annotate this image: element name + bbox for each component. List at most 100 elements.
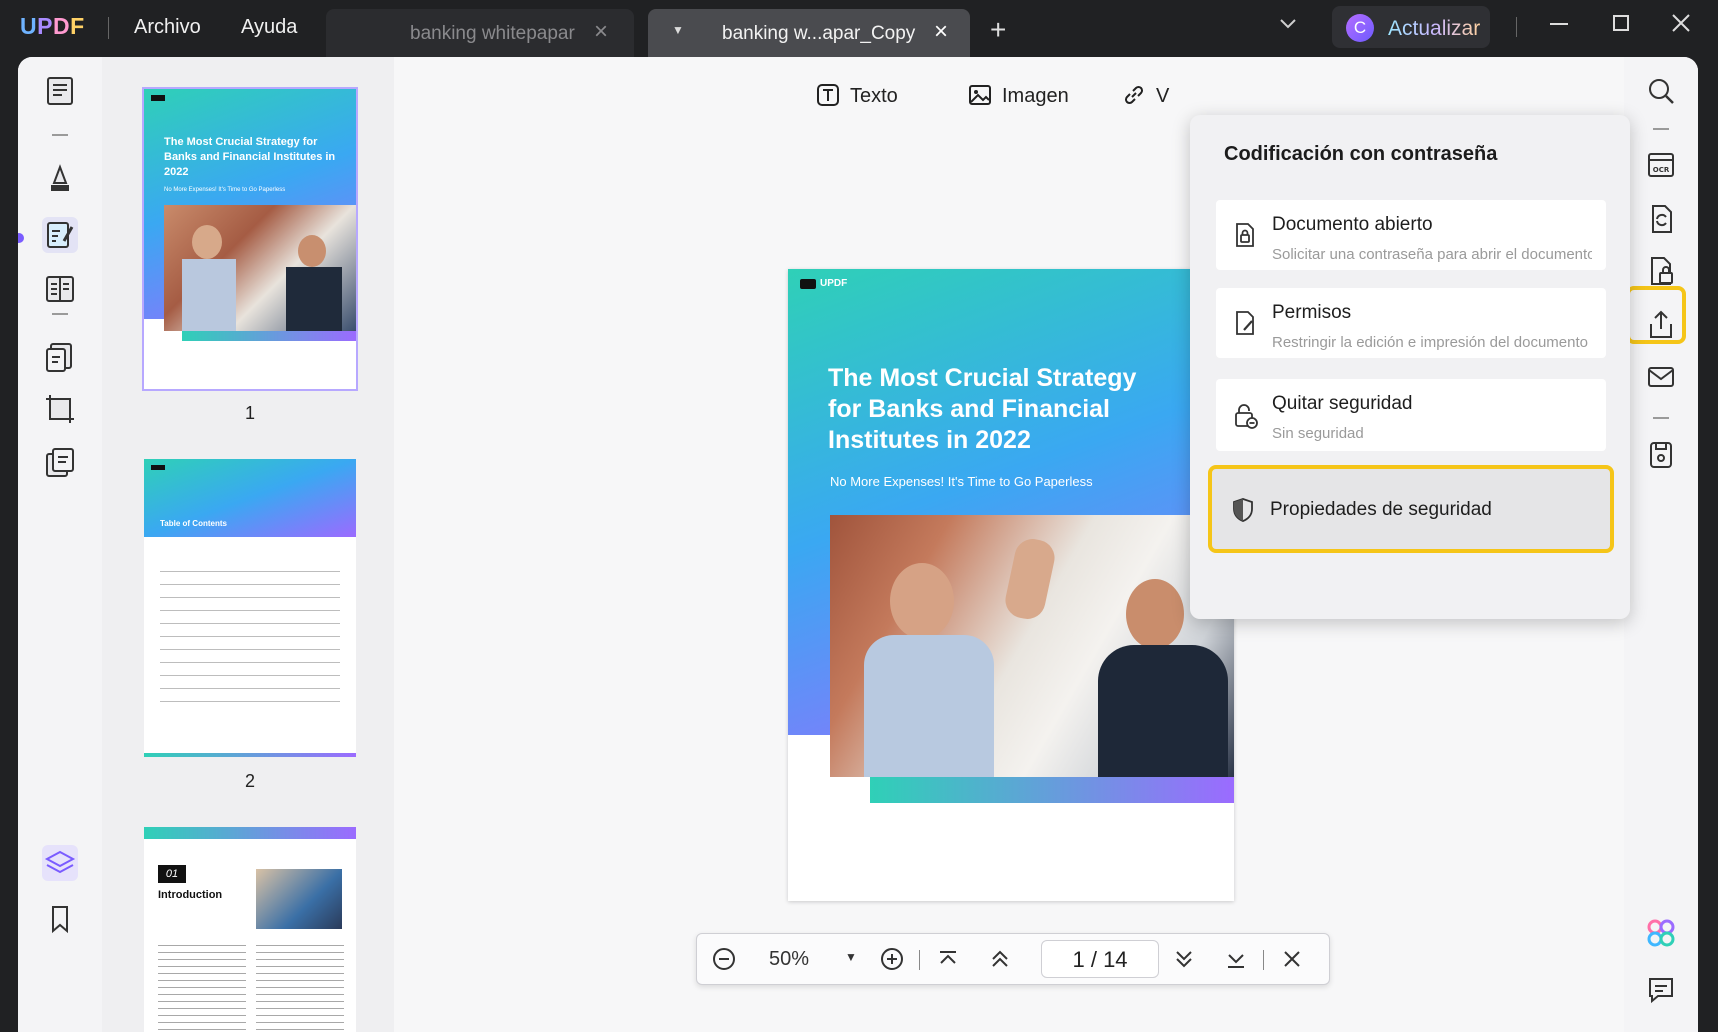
tool-separator [1653, 417, 1669, 419]
app-frame: The Most Crucial Strategy for Banks and … [18, 57, 1698, 1032]
toc-lines [160, 559, 340, 709]
text-column [158, 939, 246, 1032]
thumbnail-page-2[interactable]: Table of Contents [144, 459, 356, 757]
form-icon[interactable] [42, 271, 78, 307]
layers-icon[interactable] [42, 845, 78, 881]
zoom-separator [1263, 950, 1264, 970]
person-figure [890, 563, 954, 639]
brand-label: UPDF [820, 278, 848, 289]
option-title: Permisos [1272, 302, 1352, 323]
link-icon [1124, 85, 1144, 105]
maximize-icon[interactable] [1610, 12, 1632, 40]
save-icon[interactable] [1643, 437, 1679, 473]
window-separator [1516, 17, 1517, 37]
close-icon[interactable]: × [934, 18, 948, 46]
page-footer-bar [144, 753, 356, 757]
protect-icon[interactable] [1643, 253, 1679, 289]
link-tool-button[interactable]: V [1122, 83, 1169, 108]
protect-icon-highlight [1626, 286, 1686, 344]
open-document-option[interactable]: Documento abierto Solicitar una contrase… [1216, 200, 1606, 270]
brand-mark [151, 95, 165, 101]
first-page-icon[interactable] [935, 946, 961, 978]
thumb-title: The Most Crucial Strategy for Banks and … [164, 136, 336, 178]
last-page-icon[interactable] [1223, 946, 1249, 978]
zoom-level[interactable]: 50% [769, 948, 809, 971]
document-page[interactable]: UPDF The Most Crucial Strategy for Banks… [788, 269, 1234, 901]
person-figure [286, 267, 342, 331]
tab-banking-whitepapar[interactable]: banking whitepapar × [326, 9, 634, 57]
brand-mark [151, 465, 165, 470]
zoom-toolbar: 50% ▼ 1 / 14 [696, 933, 1330, 985]
menu-archivo[interactable]: Archivo [134, 16, 201, 39]
search-icon[interactable] [1643, 73, 1679, 109]
organize-pages-icon[interactable] [42, 339, 78, 375]
comment-icon[interactable] [1643, 971, 1679, 1007]
unlock-icon [1230, 401, 1260, 431]
zoom-out-icon[interactable] [711, 946, 737, 978]
thumb-title: Table of Contents [160, 519, 227, 528]
crop-icon[interactable] [42, 391, 78, 427]
tab-label: banking w...apar_Copy [722, 23, 916, 44]
image-icon [969, 85, 991, 105]
thumbnail-page-1[interactable]: The Most Crucial Strategy for Banks and … [142, 87, 358, 391]
option-title: Propiedades de seguridad [1270, 499, 1492, 520]
bookmark-icon[interactable] [42, 901, 78, 937]
security-properties-option[interactable]: Propiedades de seguridad [1208, 465, 1614, 553]
next-page-icon[interactable] [1171, 946, 1197, 978]
tab-label: banking whitepapar [410, 23, 575, 44]
tab-banking-copy[interactable]: ▼ banking w...apar_Copy × [648, 9, 970, 57]
close-toolbar-icon[interactable] [1279, 946, 1305, 978]
thumbnail-page-3[interactable]: 01 Introduction [144, 827, 356, 1032]
close-icon[interactable]: × [594, 18, 608, 46]
remove-security-option[interactable]: Quitar seguridad Sin seguridad [1216, 379, 1606, 451]
new-tab-button[interactable]: + [990, 16, 1006, 44]
highlighter-icon[interactable] [42, 161, 78, 197]
updf-logo[interactable]: UPDF [20, 13, 85, 40]
chevron-down-icon[interactable] [1278, 14, 1298, 37]
edit-pdf-icon[interactable] [42, 217, 78, 253]
person-figure [864, 635, 994, 777]
text-icon [817, 84, 839, 106]
minimize-icon[interactable] [1548, 12, 1570, 40]
page-number-label: 2 [244, 771, 255, 791]
right-tool-rail: OCR [1624, 57, 1698, 1032]
close-window-icon[interactable] [1670, 12, 1692, 40]
document-subtitle: No More Expenses! It's Time to Go Paperl… [830, 474, 1093, 489]
convert-icon[interactable] [1643, 201, 1679, 237]
upgrade-label: Actualizar [1388, 17, 1481, 40]
previous-page-icon[interactable] [987, 946, 1013, 978]
page-tools-icon[interactable] [42, 445, 78, 481]
total-pages: 14 [1103, 947, 1128, 972]
page-separator: / [1090, 947, 1097, 972]
left-tool-rail [18, 57, 102, 1032]
mail-icon[interactable] [1643, 359, 1679, 395]
person-figure [1126, 579, 1184, 649]
option-title: Quitar seguridad [1272, 393, 1413, 414]
caret-down-icon[interactable]: ▼ [672, 23, 684, 37]
image-tool-button[interactable]: Imagen [968, 83, 1069, 108]
ai-assistant-icon[interactable] [1643, 915, 1679, 951]
intro-photo [256, 869, 342, 929]
page-indicator[interactable]: 1 / 14 [1041, 940, 1159, 978]
text-tool-button[interactable]: Texto [816, 83, 898, 108]
option-subtitle: Solicitar una contraseña para abrir el d… [1272, 246, 1592, 263]
title-bar: UPDF Archivo Ayuda banking whitepapar × … [0, 0, 1718, 57]
text-column [256, 939, 344, 1032]
ocr-icon[interactable]: OCR [1643, 147, 1679, 183]
zoom-in-icon[interactable] [879, 946, 905, 978]
hand-figure [1002, 535, 1058, 623]
tool-separator [52, 313, 68, 315]
thumb-title: Introduction [158, 889, 223, 901]
menu-ayuda[interactable]: Ayuda [241, 16, 297, 39]
person-figure [1098, 645, 1228, 777]
link-tool-label: V [1156, 85, 1170, 107]
upgrade-button[interactable]: C Actualizar [1332, 6, 1490, 48]
permissions-option[interactable]: Permisos Restringir la edición e impresi… [1216, 288, 1606, 358]
page-number-label: 1 [244, 403, 255, 423]
document-edit-icon [1230, 308, 1260, 338]
cover-bar [182, 331, 356, 341]
zoom-dropdown-icon[interactable]: ▼ [845, 950, 857, 964]
cover-photo [164, 205, 356, 331]
reader-icon[interactable] [42, 73, 78, 109]
panel-title: Codificación con contraseña [1224, 143, 1498, 165]
